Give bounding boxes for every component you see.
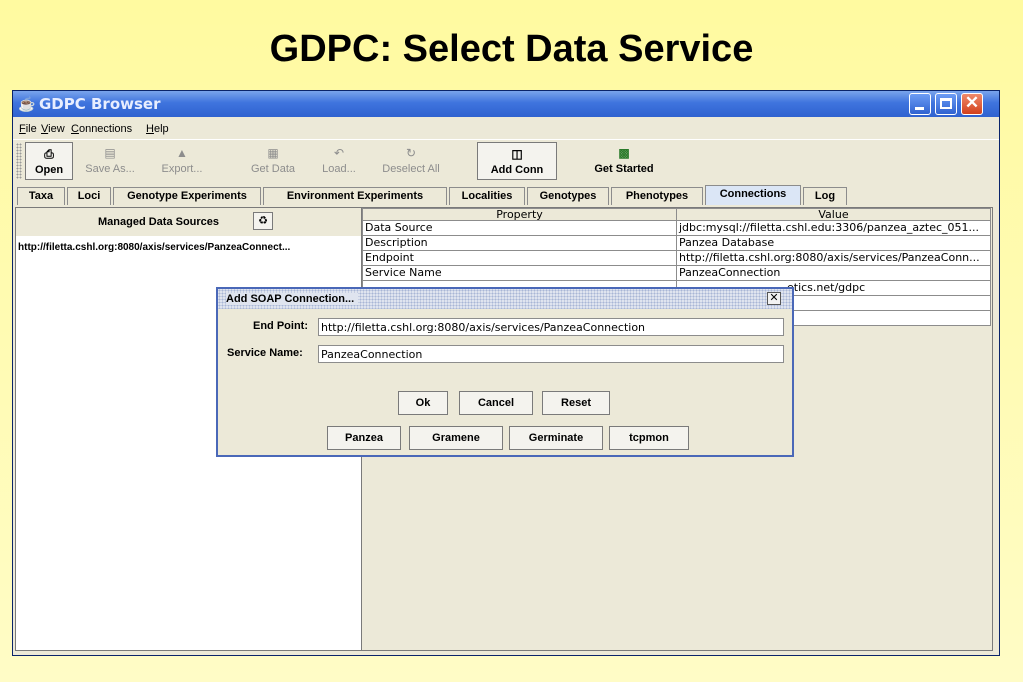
end-point-label: End Point: [253, 320, 308, 332]
minimize-button[interactable] [909, 93, 931, 115]
end-point-input[interactable] [318, 318, 784, 336]
tab-bar: Taxa Loci Genotype Experiments Environme… [13, 185, 999, 205]
help-icon: ▩ [618, 146, 630, 160]
value-cell: Panzea Database [676, 235, 991, 251]
close-icon: ✕ [964, 93, 980, 112]
toolbar: ⎙ Open ▤ Save As... ▲ Export... ▦ Get Da… [13, 139, 999, 182]
value-cell: PanzeaConnection [676, 265, 991, 281]
add-connection-icon: ◫ [511, 147, 523, 161]
tcpmon-button[interactable]: tcpmon [609, 426, 689, 450]
deselect-all-button[interactable]: ↻ Deselect All [369, 142, 453, 180]
minimize-icon [915, 107, 924, 110]
tab-genotypes[interactable]: Genotypes [527, 187, 609, 205]
remove-source-icon[interactable]: ♻ [253, 212, 273, 230]
menu-bar: File View Connections Help [13, 119, 999, 139]
property-cell: Description [362, 235, 677, 251]
menu-help[interactable]: Help [146, 123, 169, 135]
add-conn-button[interactable]: ◫ Add Conn [477, 142, 557, 180]
service-name-label: Service Name: [227, 347, 303, 359]
table-row[interactable]: Service Name PanzeaConnection [362, 265, 991, 281]
property-cell: Service Name [362, 265, 677, 281]
dialog-close-icon[interactable]: ✕ [767, 292, 781, 305]
panzea-button[interactable]: Panzea [327, 426, 401, 450]
tab-taxa[interactable]: Taxa [17, 187, 65, 205]
property-cell: Data Source [362, 220, 677, 236]
table-row[interactable]: Description Panzea Database [362, 235, 991, 251]
menu-connections[interactable]: Connections [71, 123, 132, 135]
save-as-button[interactable]: ▤ Save As... [75, 142, 145, 180]
load-button[interactable]: ↶ Load... [313, 142, 365, 180]
maximize-icon [940, 98, 952, 109]
close-window-button[interactable]: ✕ [961, 93, 983, 115]
service-name-input[interactable] [318, 345, 784, 363]
value-cell: http://filetta.cshl.org:8080/axis/servic… [676, 250, 991, 266]
tab-genotype-experiments[interactable]: Genotype Experiments [113, 187, 261, 205]
gramene-button[interactable]: Gramene [409, 426, 503, 450]
load-icon: ↶ [333, 146, 345, 160]
dialog-title: Add SOAP Connection... [226, 293, 359, 305]
export-icon: ▲ [176, 146, 188, 160]
value-column-header[interactable]: Value [676, 208, 991, 221]
list-item[interactable]: http://filetta.cshl.org:8080/axis/servic… [18, 242, 290, 253]
tab-connections[interactable]: Connections [705, 185, 801, 205]
slide-title: GDPC: Select Data Service [269, 28, 754, 70]
get-started-button[interactable]: ▩ Get Started [577, 142, 671, 180]
property-cell: Endpoint [362, 250, 677, 266]
cancel-button[interactable]: Cancel [459, 391, 533, 415]
add-soap-connection-dialog: Add SOAP Connection... ✕ End Point: Serv… [216, 287, 794, 457]
reset-button[interactable]: Reset [542, 391, 610, 415]
maximize-button[interactable] [935, 93, 957, 115]
java-cup-icon: ☕ [18, 96, 36, 112]
folder-icon: ⎙ [44, 147, 54, 161]
save-icon: ▤ [104, 146, 116, 160]
open-button[interactable]: ⎙ Open [25, 142, 73, 180]
property-column-header[interactable]: Property [362, 208, 677, 221]
table-row[interactable]: Endpoint http://filetta.cshl.org:8080/ax… [362, 250, 991, 266]
window-titlebar[interactable]: ☕ GDPC Browser ✕ [13, 91, 999, 117]
data-sources-title: Managed Data Sources [98, 216, 220, 228]
ok-button[interactable]: Ok [398, 391, 448, 415]
tab-phenotypes[interactable]: Phenotypes [611, 187, 703, 205]
tab-loci[interactable]: Loci [67, 187, 111, 205]
deselect-icon: ↻ [405, 146, 417, 160]
database-icon: ▦ [267, 146, 279, 160]
get-data-button[interactable]: ▦ Get Data [241, 142, 305, 180]
toolbar-grip[interactable] [16, 143, 22, 179]
tab-environment-experiments[interactable]: Environment Experiments [263, 187, 447, 205]
table-row[interactable]: Data Source jdbc:mysql://filetta.cshl.ed… [362, 220, 991, 236]
export-button[interactable]: ▲ Export... [147, 142, 217, 180]
germinate-button[interactable]: Germinate [509, 426, 603, 450]
tab-log[interactable]: Log [803, 187, 847, 205]
menu-file[interactable]: File [19, 123, 37, 135]
dialog-titlebar[interactable]: Add SOAP Connection... ✕ [218, 289, 792, 309]
menu-view[interactable]: View [41, 123, 65, 135]
data-sources-header: Managed Data Sources ♻ [16, 208, 361, 236]
value-cell: jdbc:mysql://filetta.cshl.edu:3306/panze… [676, 220, 991, 236]
tab-localities[interactable]: Localities [449, 187, 525, 205]
window-title: GDPC Browser [39, 95, 161, 113]
